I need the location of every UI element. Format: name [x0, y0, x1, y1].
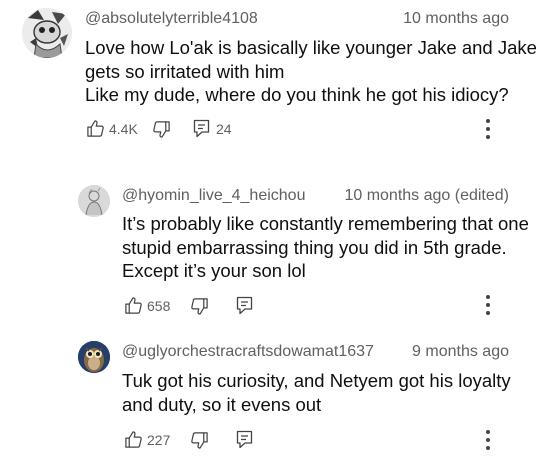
- comment-text: Tuk got his curiosity, and Netyem got hi…: [122, 369, 511, 416]
- comment-text-line: Like my dude, where do you think he got …: [85, 84, 509, 105]
- sketch-figure-icon: [78, 185, 110, 217]
- comment-text: Love how Lo'ak is basically like younger…: [85, 36, 537, 107]
- like-count: 4.4K: [109, 120, 138, 137]
- dislike-button[interactable]: [190, 431, 209, 450]
- dislike-button[interactable]: [152, 120, 171, 139]
- reply-icon: [193, 119, 210, 138]
- comment-timestamp: 10 months ago (edited): [344, 187, 509, 204]
- reply-count: 24: [216, 120, 232, 137]
- comment-text-line: Love how Lo'ak is basically like younger…: [85, 37, 537, 58]
- more-options-button[interactable]: [484, 294, 492, 321]
- like-count: 658: [147, 297, 171, 314]
- comment-text: It’s probably like constantly rememberin…: [122, 212, 529, 283]
- thumbs-down-icon: [191, 432, 208, 449]
- comment-text-line: stupid embarrassing thing you did in 5th…: [122, 236, 507, 258]
- comment-text-line: It’s probably like constantly rememberin…: [122, 213, 529, 234]
- like-button[interactable]: 4.4K: [86, 119, 138, 138]
- more-vertical-icon: [486, 295, 490, 315]
- comment-text-line: and duty, so it evens out: [122, 393, 322, 415]
- reply-icon: [236, 296, 253, 315]
- thumbs-down-icon: [153, 121, 170, 138]
- thumbs-up-icon: [87, 120, 104, 137]
- owl-icon: [78, 341, 110, 373]
- more-vertical-icon: [486, 430, 490, 450]
- like-count: 227: [147, 431, 171, 448]
- comment-text-line: Tuk got his curiosity, and Netyem got hi…: [122, 370, 511, 391]
- like-button[interactable]: 658: [124, 296, 170, 315]
- more-vertical-icon: [486, 119, 490, 139]
- reply-button[interactable]: 24: [193, 119, 232, 138]
- like-button[interactable]: 227: [124, 430, 170, 449]
- avatar[interactable]: [22, 8, 72, 58]
- reply-button[interactable]: [236, 296, 253, 315]
- more-options-button[interactable]: [484, 429, 492, 456]
- comment-author[interactable]: @uglyorchestracraftsdowamat1637: [122, 343, 374, 361]
- thumbs-down-icon: [191, 298, 208, 315]
- comment-author[interactable]: @absolutelyterrible4108: [85, 10, 258, 28]
- avatar[interactable]: [78, 185, 110, 217]
- more-options-button[interactable]: [484, 118, 492, 145]
- comment-timestamp: 10 months ago: [403, 10, 509, 27]
- thumbs-up-icon: [125, 297, 142, 314]
- avatar[interactable]: [78, 341, 110, 373]
- comment-text-line: gets so irritated with him: [85, 60, 285, 82]
- dislike-button[interactable]: [190, 297, 209, 316]
- reply-icon: [236, 430, 253, 449]
- comment-text-line: Except it’s your son lol: [122, 260, 306, 281]
- cartoon-character-icon: [22, 8, 72, 58]
- reply-button[interactable]: [236, 430, 253, 449]
- comment-timestamp: 9 months ago: [412, 343, 509, 360]
- comment-author[interactable]: @hyomin_live_4_heichou: [122, 187, 305, 205]
- thumbs-up-icon: [125, 431, 142, 448]
